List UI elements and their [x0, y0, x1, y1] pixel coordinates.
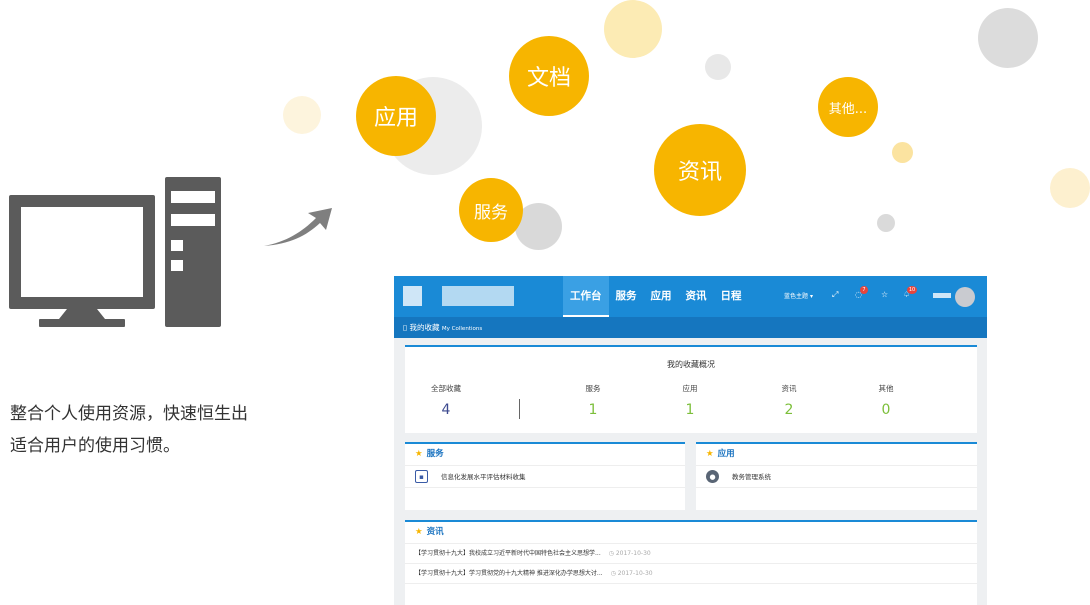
- avatar[interactable]: [955, 287, 975, 307]
- list-item[interactable]: ● 教务管理系统: [696, 466, 977, 488]
- stat-label: 资讯: [781, 384, 797, 393]
- tagline-line: 整合个人使用资源，快速恒生出: [10, 404, 248, 424]
- list-item[interactable]: ▪ 信息化发展水平评估材料收集: [405, 466, 685, 488]
- app-card: ★ 应用 ● 教务管理系统: [696, 442, 977, 510]
- tagline: 整合个人使用资源，快速恒生出 适合用户的使用习惯。: [10, 398, 330, 462]
- decor-circle: [283, 96, 321, 134]
- card-header: ★ 服务: [405, 444, 685, 466]
- decor-circle: [705, 54, 731, 80]
- breadcrumb-title-en: My Collentions: [441, 326, 483, 332]
- news-date: 2017-10-30: [615, 550, 651, 557]
- notification-badge: 7: [860, 286, 868, 294]
- list-item-label: 教务管理系统: [732, 472, 771, 481]
- decor-circle: [604, 0, 662, 58]
- news-date: 2017-10-30: [617, 570, 653, 577]
- stat-service[interactable]: 服务 1: [573, 383, 613, 418]
- stat-label: 服务: [585, 384, 601, 393]
- bubble-news: 资讯: [654, 124, 746, 216]
- bubble-doc: 文档: [509, 36, 589, 116]
- message-badge: 10: [907, 286, 917, 294]
- star-icon[interactable]: ☆: [881, 290, 888, 299]
- breadcrumb: ▯ 我的收藏 My Collentions: [394, 317, 987, 338]
- book-icon: ▯: [403, 323, 408, 332]
- news-title: 【学习贯彻十九大】我校成立习近平新时代中国特色社会主义思想学...: [415, 550, 601, 557]
- theme-selector[interactable]: 蓝色主题 ▾: [784, 291, 813, 300]
- site-name: [442, 286, 514, 306]
- decor-circle: [1050, 168, 1090, 208]
- decor-circle: [877, 214, 895, 232]
- bubble-app: 应用: [356, 76, 436, 156]
- desktop-computer-icon: [9, 177, 221, 327]
- curved-arrow-icon: [264, 208, 332, 246]
- bubble-service: 服务: [459, 178, 523, 242]
- tagline-line: 适合用户的使用习惯。: [10, 436, 180, 456]
- news-card: ★ 资讯 【学习贯彻十九大】我校成立习近平新时代中国特色社会主义思想学... ◷ …: [405, 520, 977, 605]
- portal-screenshot: 工作台 服务 应用 资讯 日程 蓝色主题 ▾ ⤢ ◌ 7 ☆ ♤ 10 ▯ 我的…: [394, 276, 987, 605]
- collection-overview-card: 我的收藏概况 全部收藏 4 服务 1 应用 1 资讯 2 其他 0: [405, 345, 977, 433]
- decor-circle: [978, 8, 1038, 68]
- app-icon: ●: [706, 470, 719, 483]
- overview-title: 我的收藏概况: [667, 360, 715, 369]
- list-item-label: 信息化发展水平评估材料收集: [441, 472, 526, 481]
- chevron-down-icon: ▾: [809, 293, 813, 300]
- nav-item-news[interactable]: 资讯: [679, 276, 714, 317]
- stat-value: 1: [588, 402, 598, 418]
- top-navbar: 工作台 服务 应用 资讯 日程 蓝色主题 ▾ ⤢ ◌ 7 ☆ ♤ 10: [394, 276, 987, 317]
- nav-item-workbench[interactable]: 工作台: [563, 276, 609, 317]
- stat-total[interactable]: 全部收藏 4: [421, 383, 471, 418]
- stat-value: 2: [784, 402, 794, 418]
- stat-value: 4: [441, 402, 451, 418]
- clock-icon: ◷: [608, 550, 614, 557]
- star-icon: ★: [415, 449, 423, 459]
- stat-label: 其他: [878, 384, 894, 393]
- fullscreen-icon[interactable]: ⤢: [832, 290, 838, 300]
- stat-value: 1: [685, 402, 695, 418]
- nav-item-service[interactable]: 服务: [609, 276, 644, 317]
- star-icon: ★: [415, 527, 423, 537]
- nav-item-schedule[interactable]: 日程: [714, 276, 749, 317]
- document-icon: ▪: [415, 470, 428, 483]
- stat-news[interactable]: 资讯 2: [769, 383, 809, 418]
- user-name: [933, 293, 951, 298]
- card-title: 应用: [717, 449, 735, 459]
- card-header: ★ 资讯: [405, 522, 977, 544]
- bubble-other: 其他...: [818, 77, 878, 137]
- list-item[interactable]: 【学习贯彻十九大】我校成立习近平新时代中国特色社会主义思想学... ◷ 2017…: [405, 544, 977, 564]
- clock-icon: ◷: [610, 570, 616, 577]
- stat-value: 0: [881, 402, 891, 418]
- logo: [403, 286, 422, 306]
- star-icon: ★: [706, 449, 714, 459]
- divider: [519, 399, 520, 419]
- card-title: 服务: [426, 449, 444, 459]
- decor-circle: [892, 142, 913, 163]
- theme-label: 蓝色主题: [784, 293, 809, 300]
- card-title: 资讯: [426, 527, 444, 537]
- card-header: ★ 应用: [696, 444, 977, 466]
- list-item[interactable]: 【学习贯彻十九大】学习贯彻党的十九大精神 推进深化办学思想大讨... ◷ 201…: [405, 564, 977, 584]
- nav-item-app[interactable]: 应用: [644, 276, 679, 317]
- stat-app[interactable]: 应用 1: [670, 383, 710, 418]
- news-title: 【学习贯彻十九大】学习贯彻党的十九大精神 推进深化办学思想大讨...: [415, 570, 603, 577]
- main-nav: 工作台 服务 应用 资讯 日程: [563, 276, 749, 317]
- stat-label: 应用: [682, 384, 698, 393]
- stat-other[interactable]: 其他 0: [866, 383, 906, 418]
- stat-label: 全部收藏: [431, 384, 461, 393]
- service-card: ★ 服务 ▪ 信息化发展水平评估材料收集: [405, 442, 685, 510]
- breadcrumb-title: 我的收藏: [409, 323, 440, 332]
